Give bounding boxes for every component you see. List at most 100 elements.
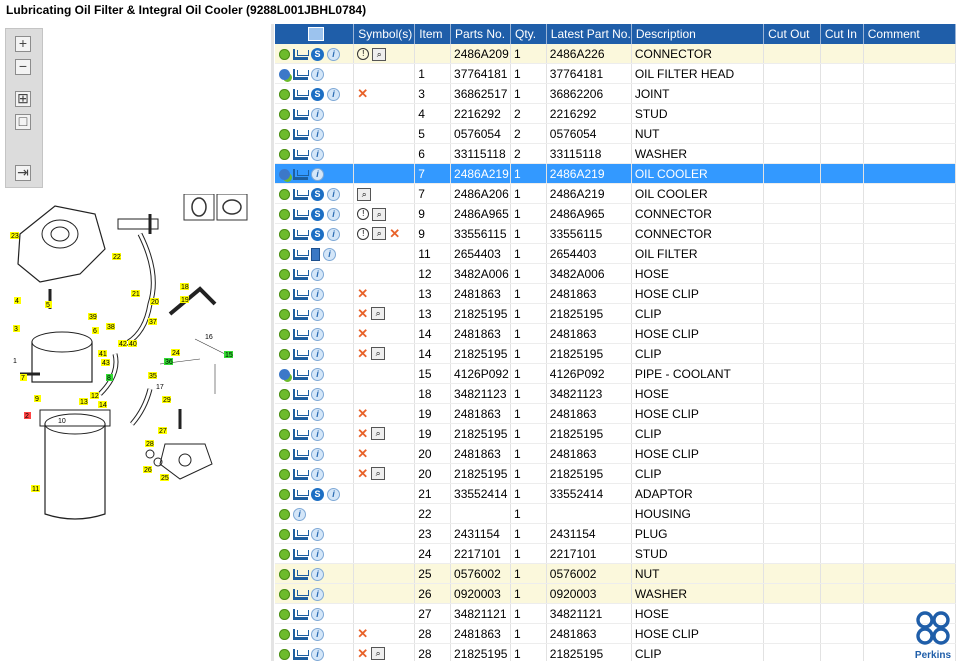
cart-icon[interactable] [293,228,309,240]
info-icon[interactable]: i [311,427,324,441]
assembly-gear-icon[interactable] [279,368,290,380]
assembly-gear-icon[interactable] [279,68,290,80]
table-row[interactable]: Si ✕ 3 36862517 1 36862206 JOINT [275,83,956,104]
callout-36[interactable]: 36 [165,359,173,366]
table-row[interactable]: i ✕ 20 2481863 1 2481863 HOSE CLIP [275,443,956,464]
callout-42[interactable]: 42 [119,341,127,348]
cart-icon[interactable] [293,108,309,120]
info-icon[interactable]: i [311,527,324,541]
cart-icon[interactable] [293,488,309,500]
callout-4[interactable]: 4 [15,298,19,305]
info-icon[interactable]: i [311,287,324,301]
info-icon[interactable]: i [311,367,324,381]
info-icon[interactable]: i [311,447,324,461]
table-row[interactable]: i 7 2486A219 1 2486A219 OIL COOLER [275,163,956,184]
info-icon[interactable]: i [293,507,306,521]
info-icon[interactable]: i [311,347,324,361]
table-row[interactable]: Si! ⌕ ✕ 9 33556115 1 33556115 CONNECTOR [275,223,956,244]
cart-icon[interactable] [293,308,309,320]
cart-icon[interactable] [293,188,309,200]
callout-21[interactable]: 21 [132,291,140,298]
table-row[interactable]: i 26 0920003 1 0920003 WASHER [275,583,956,604]
info-icon[interactable]: i [311,607,324,621]
col-comment[interactable]: Comment [863,24,956,44]
gear-icon[interactable] [279,48,290,60]
manual-book-icon[interactable] [311,247,320,261]
cart-icon[interactable] [293,568,309,580]
cart-icon[interactable] [293,548,309,560]
table-row[interactable]: Si! ⌕ 9 2486A965 1 2486A965 CONNECTOR [275,203,956,224]
table-row[interactable]: i ✕ ⌕ 13 21825195 1 21825195 CLIP [275,303,956,324]
cart-icon[interactable] [293,88,309,100]
cart-icon[interactable] [293,368,309,380]
table-row[interactable]: i ✕ ⌕ 20 21825195 1 21825195 CLIP [275,463,956,484]
table-row[interactable]: i ✕ 14 2481863 1 2481863 HOSE CLIP [275,323,956,344]
callout-11[interactable]: 11 [32,486,39,493]
service-info-icon[interactable]: S [311,487,324,501]
col-symbols[interactable]: Symbol(s) [353,24,416,44]
magnify-note-icon[interactable]: ⌕ [357,187,372,201]
gear-icon[interactable] [279,408,290,420]
superseded-x-icon[interactable]: ✕ [357,446,368,462]
note-bubble-icon[interactable]: ! [357,208,370,221]
info-icon[interactable]: i [311,407,324,421]
callout-7[interactable]: 7 [21,375,25,382]
gear-icon[interactable] [279,108,290,120]
magnify-note-icon[interactable]: ⌕ [371,347,386,360]
cart-icon[interactable] [293,588,309,600]
callout-20[interactable]: 20 [151,299,159,306]
note-bubble-icon[interactable]: ! [357,227,370,240]
cart-icon[interactable] [293,388,309,400]
table-row[interactable]: i ✕ 19 2481863 1 2481863 HOSE CLIP [275,403,956,424]
gear-icon[interactable] [279,88,290,100]
col-tools[interactable] [275,24,355,44]
callout-28[interactable]: 28 [146,441,154,448]
gear-icon[interactable] [279,508,290,520]
callout-41[interactable]: 41 [99,351,107,358]
info-icon[interactable]: i [327,487,340,501]
callout-40[interactable]: 40 [129,341,137,348]
info-icon[interactable]: i [311,147,324,161]
cart-icon[interactable] [293,128,309,140]
gear-icon[interactable] [279,268,290,280]
table-row[interactable]: i ✕ ⌕ 28 21825195 1 21825195 CLIP [275,643,956,661]
superseded-x-icon[interactable]: ✕ [357,326,368,342]
gear-icon[interactable] [279,568,290,580]
callout-25[interactable]: 25 [161,475,169,482]
service-info-icon[interactable]: S [311,47,324,61]
superseded-x-icon[interactable]: ✕ [357,306,368,322]
gear-icon[interactable] [279,528,290,540]
gear-icon[interactable] [279,308,290,320]
cart-icon[interactable] [293,248,309,260]
info-icon[interactable]: i [311,387,324,401]
info-icon[interactable]: i [327,227,340,241]
cart-icon[interactable] [293,348,309,360]
gear-icon[interactable] [279,548,290,560]
table-row[interactable]: i 24 2217101 1 2217101 STUD [275,543,956,564]
superseded-x-icon[interactable]: ✕ [357,426,368,442]
cart-icon[interactable] [293,468,309,480]
table-row[interactable]: Si 21 33552414 1 33552414 ADAPTOR [275,483,956,504]
superseded-x-icon[interactable]: ✕ [357,466,368,482]
col-description[interactable]: Description [631,24,765,44]
service-info-icon[interactable]: S [311,187,324,201]
cart-icon[interactable] [293,648,309,660]
info-icon[interactable]: i [311,567,324,581]
callout-19[interactable]: 19 [181,297,189,304]
info-icon[interactable]: i [327,47,340,61]
info-icon[interactable]: i [327,207,340,221]
exploded-diagram[interactable]: 23 22 21 18 19 20 4 5 3 39 38 6 37 41 42… [0,194,270,524]
gear-icon[interactable] [279,188,290,200]
cart-icon[interactable] [293,628,309,640]
callout-29[interactable]: 29 [163,397,171,404]
info-icon[interactable]: i [323,247,336,261]
table-row[interactable]: i ✕ ⌕ 19 21825195 1 21825195 CLIP [275,423,956,444]
superseded-x-icon[interactable]: ✕ [357,286,368,302]
info-icon[interactable]: i [311,67,324,81]
callout-37[interactable]: 37 [149,319,157,326]
search-table-icon[interactable] [308,27,325,42]
info-icon[interactable]: i [311,467,324,481]
gear-icon[interactable] [279,228,290,240]
magnify-note-icon[interactable]: ⌕ [372,227,387,240]
export-icon[interactable]: ⇥ [15,165,31,181]
